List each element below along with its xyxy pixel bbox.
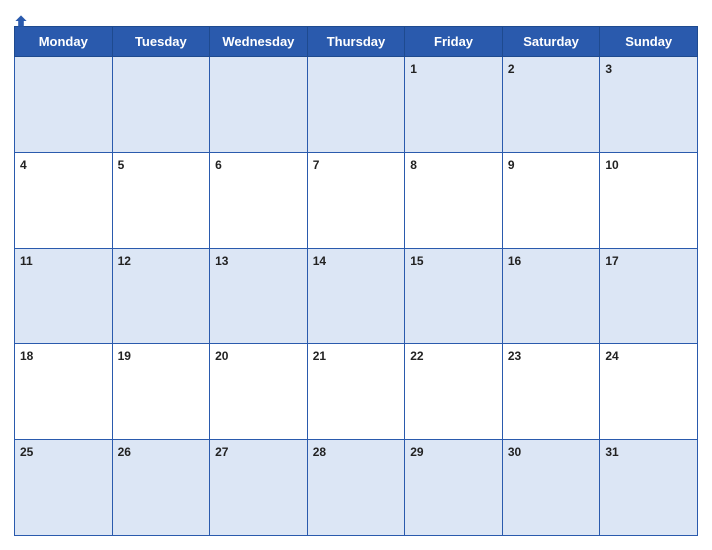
calendar-cell: 2 [502,57,600,153]
day-number: 19 [118,349,131,363]
calendar-cell: 17 [600,248,698,344]
calendar-cell: 14 [307,248,405,344]
calendar-week-row: 4 5 6 7 8 9 10 [15,152,698,248]
calendar-cell: 11 [15,248,113,344]
day-header-tuesday: Tuesday [112,27,210,57]
calendar-cell: 19 [112,344,210,440]
day-number: 22 [410,349,423,363]
day-header-saturday: Saturday [502,27,600,57]
day-number: 28 [313,445,326,459]
calendar-cell: 13 [210,248,308,344]
day-number: 1 [410,62,417,76]
calendar-cell: 24 [600,344,698,440]
calendar-cell: 12 [112,248,210,344]
day-number: 11 [20,254,33,268]
calendar-cell: 25 [15,440,113,536]
calendar-cell: 30 [502,440,600,536]
calendar-cell: 27 [210,440,308,536]
calendar-week-row: 1 2 3 [15,57,698,153]
day-number: 5 [118,158,125,172]
calendar-cell: 1 [405,57,503,153]
calendar-cell: 9 [502,152,600,248]
day-number: 10 [605,158,618,172]
logo [14,14,29,28]
day-number: 29 [410,445,423,459]
day-number: 27 [215,445,228,459]
day-number: 8 [410,158,417,172]
day-number: 3 [605,62,612,76]
days-of-week-row: MondayTuesdayWednesdayThursdayFridaySatu… [15,27,698,57]
day-number: 7 [313,158,320,172]
calendar-body: 1234567891011121314151617181920212223242… [15,57,698,536]
day-number: 16 [508,254,521,268]
calendar-cell: 31 [600,440,698,536]
calendar-cell: 22 [405,344,503,440]
day-number: 17 [605,254,618,268]
calendar-cell: 28 [307,440,405,536]
day-header-sunday: Sunday [600,27,698,57]
day-number: 20 [215,349,228,363]
day-header-friday: Friday [405,27,503,57]
day-number: 13 [215,254,228,268]
calendar-header-row: MondayTuesdayWednesdayThursdayFridaySatu… [15,27,698,57]
calendar-week-row: 25 26 27 28 29 30 31 [15,440,698,536]
calendar-cell: 26 [112,440,210,536]
calendar-cell: 23 [502,344,600,440]
day-number: 6 [215,158,222,172]
calendar-cell [307,57,405,153]
calendar-cell: 8 [405,152,503,248]
day-number: 25 [20,445,33,459]
calendar-cell: 3 [600,57,698,153]
calendar-week-row: 18 19 20 21 22 23 24 [15,344,698,440]
logo-blue-container [14,14,29,28]
day-number: 21 [313,349,326,363]
calendar-table: MondayTuesdayWednesdayThursdayFridaySatu… [14,26,698,536]
calendar-cell: 15 [405,248,503,344]
calendar-cell: 6 [210,152,308,248]
calendar-cell [210,57,308,153]
day-number: 23 [508,349,521,363]
calendar-cell [112,57,210,153]
day-number: 15 [410,254,423,268]
day-number: 18 [20,349,33,363]
day-header-monday: Monday [15,27,113,57]
day-number: 12 [118,254,131,268]
calendar-week-row: 11 12 13 14 15 16 17 [15,248,698,344]
calendar-cell: 7 [307,152,405,248]
day-number: 30 [508,445,521,459]
logo-bird-icon [14,14,28,28]
calendar-cell [15,57,113,153]
calendar-cell: 21 [307,344,405,440]
day-number: 24 [605,349,618,363]
calendar-cell: 5 [112,152,210,248]
calendar-header [14,10,698,20]
calendar-cell: 18 [15,344,113,440]
calendar-cell: 16 [502,248,600,344]
day-number: 14 [313,254,326,268]
day-number: 31 [605,445,618,459]
day-header-thursday: Thursday [307,27,405,57]
day-number: 26 [118,445,131,459]
calendar-cell: 20 [210,344,308,440]
calendar-cell: 29 [405,440,503,536]
day-header-wednesday: Wednesday [210,27,308,57]
day-number: 2 [508,62,515,76]
calendar-cell: 10 [600,152,698,248]
calendar-cell: 4 [15,152,113,248]
day-number: 4 [20,158,27,172]
day-number: 9 [508,158,515,172]
